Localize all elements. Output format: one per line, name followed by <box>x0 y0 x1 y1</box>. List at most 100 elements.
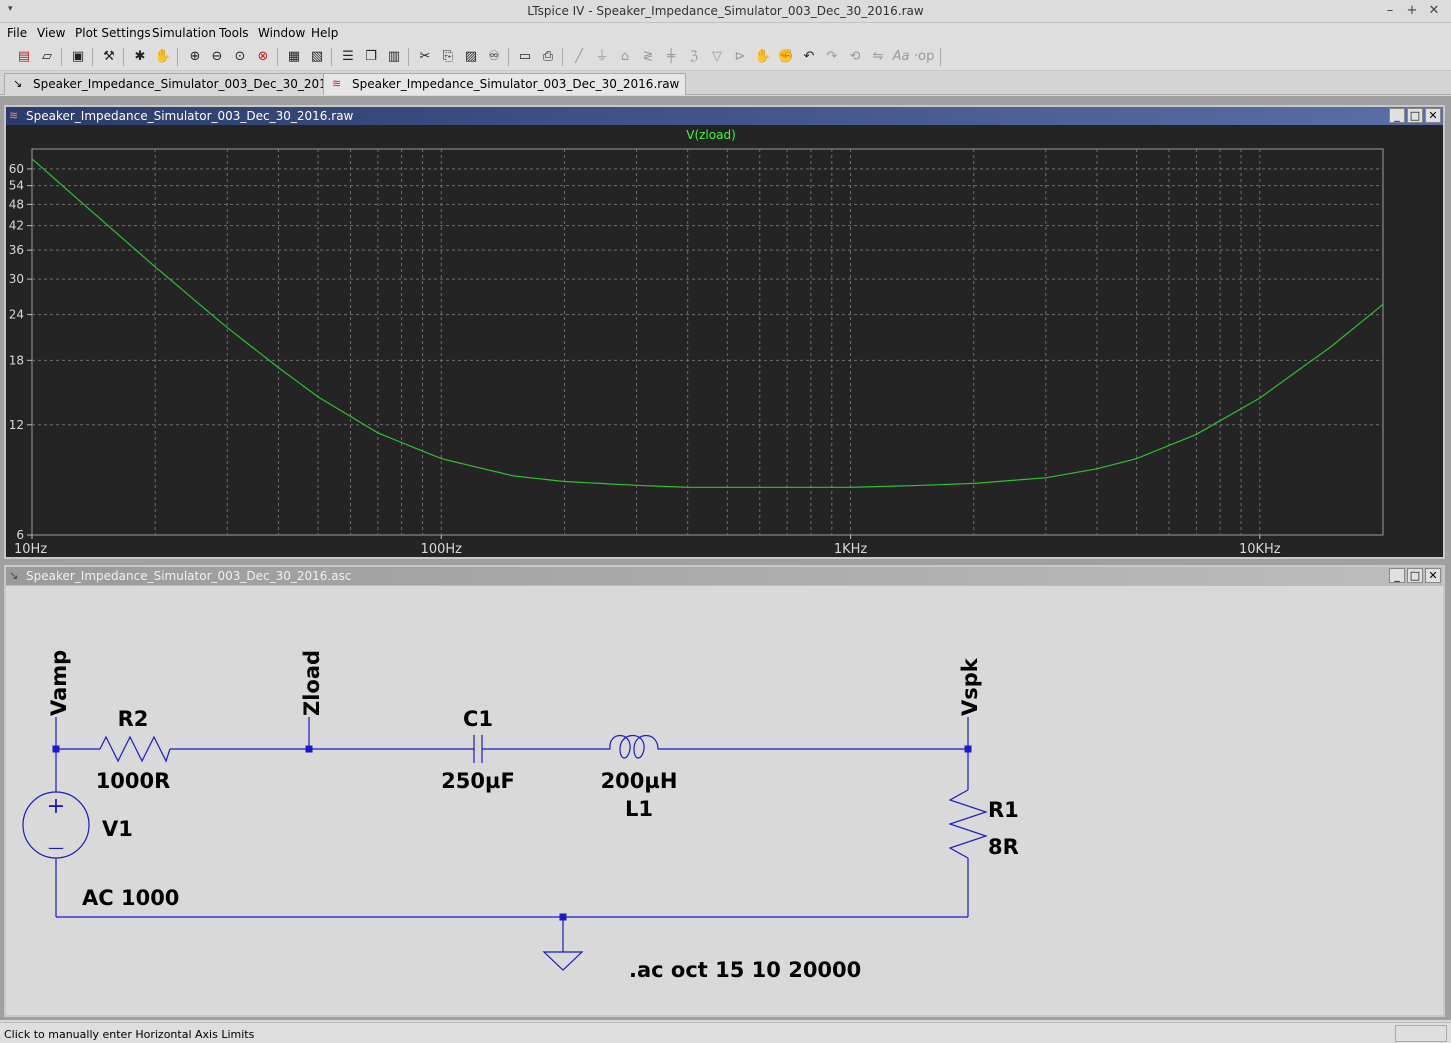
autorange-icon[interactable]: ▦ <box>284 47 304 67</box>
spice-directive-text[interactable]: .ac oct 15 10 20000 <box>629 958 861 982</box>
v1-name-label[interactable]: V1 <box>102 817 133 841</box>
capacitor-icon[interactable]: ╪ <box>661 47 681 67</box>
net-label-vamp[interactable]: Vamp <box>47 650 71 716</box>
y-tick-label: 60 <box>9 162 24 176</box>
schematic-canvas[interactable]: + — Vamp Zload Vspk R2 1000R C1 250µF 20… <box>6 585 1443 1015</box>
pick-visible-traces-icon[interactable]: ▧ <box>307 47 327 67</box>
r2-name-label[interactable]: R2 <box>118 707 149 731</box>
print-icon[interactable]: ⎙ <box>538 47 558 67</box>
net-label-vspk[interactable]: Vspk <box>958 657 982 716</box>
y-tick-label: 24 <box>9 308 24 322</box>
schematic-close-button[interactable]: ✕ <box>1425 568 1441 583</box>
spice-directive-icon[interactable]: ·op <box>914 47 934 67</box>
redo-icon[interactable]: ↷ <box>822 47 842 67</box>
halt-icon[interactable]: ✋ <box>153 47 173 67</box>
menu-simulation[interactable]: Simulation <box>152 26 216 40</box>
move-icon[interactable]: ✋ <box>753 47 773 67</box>
title-bar: ▾ LTspice IV - Speaker_Impedance_Simulat… <box>0 0 1451 23</box>
open-icon[interactable]: ▱ <box>37 47 57 67</box>
y-tick-label: 30 <box>9 272 24 286</box>
net-label-zload[interactable]: Zload <box>300 650 324 716</box>
mirror-icon[interactable]: ⇋ <box>868 47 888 67</box>
plot-canvas[interactable]: V(zload) 6 12 18 24 30 36 42 48 54 60 10Hz 100Hz 1K… <box>6 125 1443 557</box>
menu-window[interactable]: Window <box>258 26 305 40</box>
zoom-full-icon[interactable]: ⊙ <box>230 47 250 67</box>
tile-horizontal-icon[interactable]: ☰ <box>338 47 358 67</box>
y-tick-label: 42 <box>9 219 24 233</box>
menu-help[interactable]: Help <box>311 26 338 40</box>
menu-plot-settings[interactable]: Plot Settings <box>75 26 151 40</box>
component-icon[interactable]: ⊳ <box>730 47 750 67</box>
menu-view[interactable]: View <box>37 26 65 40</box>
v1-value-label[interactable]: AC 1000 <box>82 886 179 910</box>
waveform-maximize-button[interactable]: □ <box>1407 108 1423 123</box>
diode-icon[interactable]: ▽ <box>707 47 727 67</box>
run-icon[interactable]: ✱ <box>130 47 150 67</box>
rotate-icon[interactable]: ⟲ <box>845 47 865 67</box>
menu-file[interactable]: File <box>7 26 27 40</box>
inductor-l1-symbol[interactable] <box>598 734 682 759</box>
find-icon[interactable]: ♾ <box>484 47 504 67</box>
plot-pane[interactable]: V(zload) 6 12 18 24 30 36 42 48 54 60 10Hz 100Hz 1K… <box>6 125 1443 557</box>
schematic-maximize-button[interactable]: □ <box>1407 568 1423 583</box>
schematic-drawing[interactable]: + — Vamp Zload Vspk R2 1000R C1 250µF 20… <box>6 586 1443 1017</box>
junction-zload <box>305 745 313 753</box>
junction-vspk <box>964 745 972 753</box>
r1-name-label[interactable]: R1 <box>988 798 1019 822</box>
r1-value-label[interactable]: 8R <box>988 835 1019 859</box>
zoom-in-icon[interactable]: ⊕ <box>185 47 205 67</box>
tab-waveform[interactable]: ≋ Speaker_Impedance_Simulator_003_Dec_30… <box>323 73 687 95</box>
c1-name-label[interactable]: C1 <box>463 707 493 731</box>
schematic-minimize-button[interactable]: _ <box>1389 568 1405 583</box>
waveform-window-icon: ≋ <box>9 109 19 122</box>
copy-icon[interactable]: ⎘ <box>438 47 458 67</box>
control-panel-icon[interactable]: ⚒ <box>99 47 119 67</box>
schematic-window-title: Speaker_Impedance_Simulator_003_Dec_30_2… <box>26 569 352 583</box>
y-tick-label: 36 <box>9 243 24 257</box>
schematic-window: ↘ Speaker_Impedance_Simulator_003_Dec_30… <box>4 565 1445 1017</box>
close-button[interactable]: ✕ <box>1425 2 1443 20</box>
window-title: LTspice IV - Speaker_Impedance_Simulator… <box>527 4 924 18</box>
l1-value-label[interactable]: 200µH <box>601 769 678 793</box>
resistor-r2-symbol[interactable] <box>99 735 171 763</box>
maximize-button[interactable]: + <box>1403 2 1421 20</box>
resistor-r1-symbol[interactable] <box>948 789 988 859</box>
label-net-icon[interactable]: ⌂ <box>615 47 635 67</box>
schematic-window-icon: ↘ <box>9 569 19 582</box>
x-tick-label: 1KHz <box>834 542 868 557</box>
toolbar: ▤ ▱ ▣ ⚒ ✱ ✋ ⊕ ⊖ ⊙ ⊗ ▦ ▧ ☰ ❐ ▥ ✂ ⎘ ▨ ♾ ▭ … <box>0 43 1451 71</box>
save-icon[interactable]: ▣ <box>68 47 88 67</box>
trace-label[interactable]: V(zload) <box>686 128 736 142</box>
new-schematic-icon[interactable]: ▤ <box>14 47 34 67</box>
wire-icon[interactable]: ╱ <box>569 47 589 67</box>
print-setup-icon[interactable]: ▭ <box>515 47 535 67</box>
y-tick-label: 6 <box>16 528 24 542</box>
cascade-icon[interactable]: ❐ <box>361 47 381 67</box>
cut-icon[interactable]: ✂ <box>415 47 435 67</box>
ground-icon[interactable] <box>542 951 584 971</box>
paste-icon[interactable]: ▨ <box>461 47 481 67</box>
tab-schematic[interactable]: ↘ Speaker_Impedance_Simulator_003_Dec_30… <box>4 73 366 95</box>
resistor-icon[interactable]: ≷ <box>638 47 658 67</box>
y-tick-label: 54 <box>9 179 24 193</box>
c1-value-label[interactable]: 250µF <box>441 769 515 793</box>
zoom-out-icon[interactable]: ⊖ <box>207 47 227 67</box>
l1-name-label[interactable]: L1 <box>625 797 653 821</box>
trace-vzload[interactable] <box>31 158 1384 488</box>
waveform-window-title: Speaker_Impedance_Simulator_003_Dec_30_2… <box>26 109 354 123</box>
tile-vertical-icon[interactable]: ▥ <box>384 47 404 67</box>
waveform-close-button[interactable]: ✕ <box>1425 108 1441 123</box>
minimize-button[interactable]: – <box>1381 2 1399 20</box>
drag-icon[interactable]: ✊ <box>776 47 796 67</box>
inductor-icon[interactable]: ℨ <box>684 47 704 67</box>
schematic-window-title-bar[interactable]: ↘ Speaker_Impedance_Simulator_003_Dec_30… <box>6 567 1443 585</box>
ground-icon[interactable]: ⏚ <box>592 47 612 67</box>
r2-value-label[interactable]: 1000R <box>96 769 171 793</box>
text-icon[interactable]: Aa <box>891 47 911 67</box>
waveform-minimize-button[interactable]: _ <box>1389 108 1405 123</box>
waveform-window-title-bar[interactable]: ≋ Speaker_Impedance_Simulator_003_Dec_30… <box>6 107 1443 125</box>
zoom-cancel-icon[interactable]: ⊗ <box>253 47 273 67</box>
undo-icon[interactable]: ↶ <box>799 47 819 67</box>
x-tick-label: 100Hz <box>421 542 463 557</box>
menu-tools[interactable]: Tools <box>219 26 249 40</box>
